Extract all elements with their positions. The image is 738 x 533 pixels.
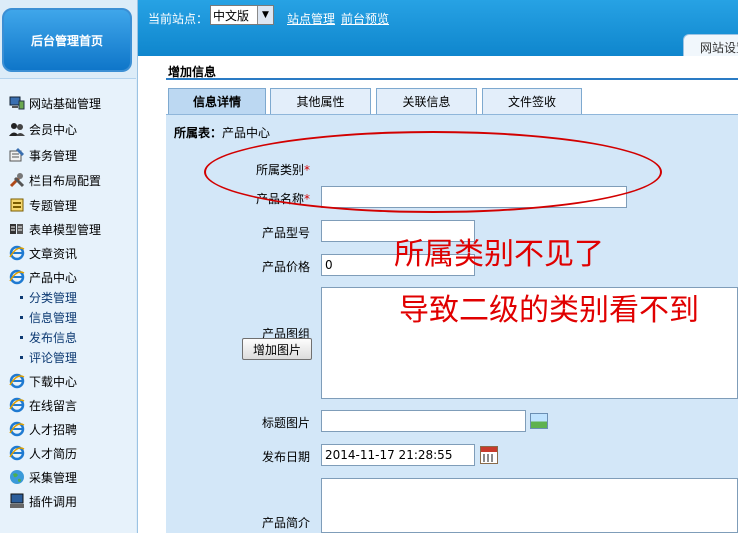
product-model-label: 产品型号 bbox=[261, 226, 310, 240]
sidebar-item-label: 网站基础管理 bbox=[29, 96, 102, 111]
frontend-preview-link[interactable]: 前台预览 bbox=[341, 10, 389, 27]
sidebar-item-products[interactable]: 产品中心 bbox=[9, 267, 77, 287]
sub-item-label: 发布信息 bbox=[29, 330, 78, 345]
sidebar: 后台管理首页 网站基础管理 会员中心 事务管理 栏目布局配置 专题管理 表单模型… bbox=[0, 0, 138, 533]
sidebar-sub-item-publish[interactable]: 发布信息 bbox=[20, 328, 77, 346]
monitor-icon bbox=[9, 96, 25, 110]
tools-icon bbox=[9, 173, 25, 188]
sub-item-label: 评论管理 bbox=[29, 350, 78, 365]
users-icon bbox=[9, 123, 25, 136]
sidebar-item-topics[interactable]: 专题管理 bbox=[9, 195, 77, 215]
sidebar-item-label: 表单模型管理 bbox=[29, 222, 102, 237]
current-site-label: 当前站点： bbox=[148, 12, 209, 26]
sidebar-item-articles[interactable]: 文章资讯 bbox=[9, 243, 77, 263]
globe-icon bbox=[10, 470, 24, 484]
sidebar-item-label: 会员中心 bbox=[29, 122, 78, 137]
tab-file-receipt[interactable]: 文件签收 bbox=[482, 88, 582, 114]
sidebar-menu: 网站基础管理 会员中心 事务管理 栏目布局配置 专题管理 表单模型管理 文章资讯 bbox=[0, 78, 136, 533]
sidebar-sub-item-category-mgmt[interactable]: 分类管理 bbox=[20, 288, 77, 306]
sidebar-item-resumes[interactable]: 人才简历 bbox=[9, 443, 77, 463]
add-image-button-label: 增加图片 bbox=[252, 342, 301, 357]
picture-icon[interactable] bbox=[530, 413, 548, 429]
sidebar-sub-item-comments[interactable]: 评论管理 bbox=[20, 348, 77, 366]
title-image-label: 标题图片 bbox=[261, 416, 310, 430]
publish-date-value: 2014-11-17 21:28:55 bbox=[325, 448, 453, 462]
bullet-icon bbox=[20, 335, 23, 339]
sidebar-item-affairs[interactable]: 事务管理 bbox=[9, 145, 77, 165]
sidebar-item-form-models[interactable]: 表单模型管理 bbox=[9, 219, 101, 239]
tasks-icon bbox=[9, 148, 24, 162]
bullet-icon bbox=[20, 315, 23, 319]
sidebar-item-column-layout[interactable]: 栏目布局配置 bbox=[9, 170, 101, 190]
sidebar-item-collection[interactable]: 采集管理 bbox=[9, 467, 77, 487]
title-divider bbox=[166, 78, 738, 80]
sidebar-item-label: 人才招聘 bbox=[29, 422, 78, 437]
sidebar-item-label: 事务管理 bbox=[29, 148, 78, 163]
sidebar-item-label: 在线留言 bbox=[29, 398, 78, 413]
publish-date-label: 发布日期 bbox=[261, 450, 310, 464]
sidebar-item-messages[interactable]: 在线留言 bbox=[9, 395, 77, 415]
sidebar-item-label: 专题管理 bbox=[29, 198, 78, 213]
tab-site-settings[interactable]: 网站设置 bbox=[683, 34, 738, 56]
sidebar-item-label: 人才简历 bbox=[29, 446, 78, 461]
admin-home-label: 后台管理首页 bbox=[30, 33, 103, 48]
owner-value: 产品中心 bbox=[222, 126, 271, 140]
annotation-ellipse bbox=[204, 131, 662, 213]
ie-icon bbox=[9, 397, 25, 413]
sidebar-item-label: 插件调用 bbox=[29, 494, 78, 509]
tab-related-info[interactable]: 关联信息 bbox=[376, 88, 477, 114]
bullet-icon bbox=[20, 355, 23, 359]
sidebar-item-label: 下载中心 bbox=[29, 374, 78, 389]
ie-icon bbox=[9, 421, 25, 437]
sidebar-item-label: 采集管理 bbox=[29, 470, 78, 485]
tab-label: 关联信息 bbox=[402, 95, 451, 109]
ie-icon bbox=[9, 269, 25, 285]
product-intro-textarea[interactable] bbox=[321, 478, 738, 533]
owner-table: 所属表：产品中心 bbox=[174, 124, 270, 141]
tab-other-attributes[interactable]: 其他属性 bbox=[270, 88, 371, 114]
sidebar-sub-item-info-mgmt[interactable]: 信息管理 bbox=[20, 308, 77, 326]
sidebar-item-downloads[interactable]: 下载中心 bbox=[9, 371, 77, 391]
annotation-line-2: 导致二级的类别看不到 bbox=[399, 293, 699, 328]
topics-icon bbox=[10, 198, 24, 212]
sidebar-item-members[interactable]: 会员中心 bbox=[9, 119, 77, 139]
site-select[interactable]: 中文版 ▼ bbox=[210, 5, 274, 25]
ie-icon bbox=[9, 245, 25, 261]
tab-label: 其他属性 bbox=[296, 95, 345, 109]
calendar-icon[interactable] bbox=[480, 446, 498, 464]
owner-label: 所属表： bbox=[174, 126, 223, 140]
sidebar-item-recruitment[interactable]: 人才招聘 bbox=[9, 419, 77, 439]
sub-item-label: 信息管理 bbox=[29, 310, 78, 325]
tab-label: 文件签收 bbox=[507, 95, 556, 109]
bullet-icon bbox=[20, 295, 23, 299]
tab-label: 网站设置 bbox=[700, 41, 738, 55]
forms-icon bbox=[10, 224, 23, 234]
product-price-value: 0 bbox=[325, 258, 333, 272]
ie-icon bbox=[9, 445, 25, 461]
site-management-link[interactable]: 站点管理 bbox=[287, 10, 335, 27]
top-bar: 当前站点： 中文版 ▼ 站点管理 前台预览 网站设置 bbox=[138, 0, 738, 56]
publish-date-input[interactable]: 2014-11-17 21:28:55 bbox=[321, 444, 475, 466]
sub-item-label: 分类管理 bbox=[29, 290, 78, 305]
annotation-line-1: 所属类别不见了 bbox=[394, 237, 604, 272]
tab-label: 信息详情 bbox=[192, 95, 241, 109]
site-select-value: 中文版 bbox=[213, 8, 250, 23]
product-intro-label: 产品简介 bbox=[261, 516, 310, 530]
admin-home-button[interactable]: 后台管理首页 bbox=[2, 8, 132, 72]
sidebar-item-label: 产品中心 bbox=[29, 270, 78, 285]
sidebar-item-label: 栏目布局配置 bbox=[29, 173, 102, 188]
tab-info-details[interactable]: 信息详情 bbox=[168, 88, 266, 114]
ie-icon bbox=[9, 373, 25, 389]
add-image-button[interactable]: 增加图片 bbox=[242, 338, 312, 360]
sidebar-item-plugins[interactable]: 插件调用 bbox=[9, 491, 77, 511]
computer-icon bbox=[10, 493, 24, 508]
sidebar-item-site-basics[interactable]: 网站基础管理 bbox=[9, 93, 101, 113]
chevron-down-icon[interactable]: ▼ bbox=[257, 6, 273, 24]
product-price-label: 产品价格 bbox=[261, 260, 310, 274]
sidebar-item-label: 文章资讯 bbox=[29, 246, 78, 261]
title-image-input[interactable] bbox=[321, 410, 526, 432]
